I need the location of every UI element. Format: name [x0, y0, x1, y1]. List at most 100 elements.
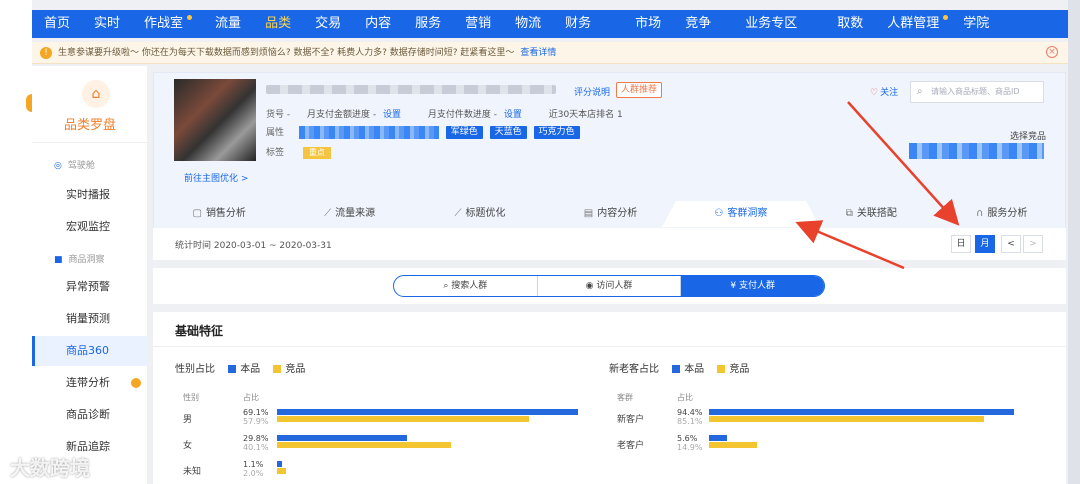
row-label: 未知	[183, 467, 202, 477]
tab-label: 客群洞察	[727, 208, 768, 219]
nav-category[interactable]: 品类	[253, 10, 303, 38]
sidebar-item-product360[interactable]: 商品360	[32, 336, 147, 366]
nav-home[interactable]: 首页	[32, 10, 82, 38]
comp-pct: 57.9%	[243, 417, 269, 426]
attr-tag: 巧克力色	[533, 126, 580, 139]
nav-traffic[interactable]: 流量	[203, 10, 253, 38]
optimize-image-link[interactable]: 前往主图优化 >	[184, 171, 248, 184]
next-button[interactable]: >	[1023, 235, 1043, 253]
tab-label: 流量来源	[335, 208, 376, 219]
group-label: 商品洞察	[68, 255, 105, 265]
own-bar	[277, 409, 578, 415]
segment-visit[interactable]: ◉ 访问人群	[538, 276, 682, 296]
nav-competition[interactable]: 竞争	[673, 10, 723, 38]
sidebar-group-insight[interactable]: ■ 商品洞察	[54, 252, 105, 265]
nav-realtime[interactable]: 实时	[82, 10, 132, 38]
tab-sales[interactable]: ▢ 销售分析	[154, 201, 284, 227]
customer-panel-title: 新老客占比 本品 竞品	[609, 360, 749, 375]
attr-blurred	[298, 126, 439, 139]
store-rank: 近30天本店排名 1	[548, 110, 623, 120]
comp-pct: 2.0%	[243, 469, 264, 478]
attr-label: 属性	[266, 128, 285, 138]
tab-matching[interactable]: ⧉ 关联搭配	[806, 201, 936, 227]
sidebar-item-alert[interactable]: 异常预警	[32, 272, 147, 302]
pct-col-header: 占比	[243, 393, 259, 402]
nav-market[interactable]: 市场	[623, 10, 673, 38]
crowd-recommend-button[interactable]: 人群推荐	[616, 82, 663, 98]
segment-pay[interactable]: ¥ 支付人群	[681, 276, 824, 296]
divider	[153, 346, 1066, 347]
users-icon: ⚇	[714, 208, 724, 219]
comp-bar	[277, 468, 286, 474]
competitor-search-input[interactable]: ⌕ 请输入商品标题、商品ID	[910, 81, 1044, 103]
tab-label: 关联搭配	[856, 208, 897, 219]
date-bar: 统计时间 2020-03-01 ~ 2020-03-31 日 月 < >	[153, 228, 1066, 260]
gender-col-header: 性别	[183, 393, 199, 402]
row-label: 女	[183, 441, 193, 451]
tab-label: 标题优化	[465, 208, 506, 219]
score-link[interactable]: 评分说明	[574, 85, 610, 98]
day-button[interactable]: 日	[951, 235, 971, 253]
nav-crowd-mgmt[interactable]: 人群管理	[875, 10, 951, 38]
sidebar-item-bundle[interactable]: 连带分析	[32, 368, 147, 398]
comp-bar	[709, 416, 984, 422]
section-title: 基础特征	[175, 324, 224, 338]
comp-pct: 40.1%	[243, 443, 269, 452]
product-image[interactable]	[174, 79, 256, 161]
sidebar-item-forecast[interactable]: 销量预测	[32, 304, 147, 334]
close-icon[interactable]: ×	[1046, 46, 1058, 58]
prev-button[interactable]: <	[1001, 235, 1021, 253]
tab-content[interactable]: ▤ 内容分析	[545, 201, 675, 227]
scrollbar-track[interactable]	[1068, 0, 1080, 484]
tab-service[interactable]: ∩ 服务分析	[937, 201, 1067, 227]
month-button[interactable]: 月	[975, 235, 995, 253]
tab-label: 内容分析	[597, 208, 638, 219]
nav-trade[interactable]: 交易	[303, 10, 353, 38]
document-icon: ▤	[583, 208, 594, 219]
row-label: 新客户	[617, 415, 645, 425]
nav-marketing[interactable]: 营销	[453, 10, 503, 38]
tab-customer[interactable]: ⚇ 客群洞察	[661, 201, 821, 227]
row-label: 男	[183, 415, 193, 425]
headset-icon: ∩	[976, 208, 984, 219]
panel-title-text: 新老客占比	[609, 364, 659, 375]
legend-own-swatch	[228, 365, 237, 373]
attr-tag: 军绿色	[445, 126, 483, 139]
pay-count-label: 月支付件数进度 -	[427, 110, 497, 120]
sidebar-item-diagnosis[interactable]: 商品诊断	[32, 400, 147, 430]
customer-col-header: 客群	[617, 393, 633, 402]
nav-business-zone[interactable]: 业务专区	[733, 10, 809, 38]
cube-icon: ■	[54, 255, 63, 265]
nav-content[interactable]: 内容	[353, 10, 403, 38]
nav-academy[interactable]: 学院	[951, 10, 1001, 38]
pct-values: 1.1% 2.0%	[243, 460, 263, 478]
segment-label: 支付人群	[738, 281, 775, 291]
group-label: 驾驶舱	[67, 161, 95, 171]
pct-values: 5.6% 14.9%	[677, 434, 702, 452]
nav-service[interactable]: 服务	[403, 10, 453, 38]
nav-warroom[interactable]: 作战室	[132, 10, 195, 38]
background-window	[0, 0, 38, 484]
notice-link[interactable]: 查看详情	[520, 42, 556, 64]
divider	[32, 142, 147, 143]
crowd-segment: ⌕ 搜索人群 ◉ 访问人群 ¥ 支付人群	[393, 275, 825, 297]
nav-fetch-data[interactable]: 取数	[825, 10, 875, 38]
competitor-select-blurred[interactable]	[909, 143, 1044, 159]
segment-search[interactable]: ⌕ 搜索人群	[394, 276, 538, 296]
nav-logistics[interactable]: 物流	[503, 10, 553, 38]
tab-title[interactable]: ⟋ 标题优化	[415, 201, 545, 227]
nav-finance[interactable]: 财务	[553, 10, 603, 38]
pct-values: 94.4% 85.1%	[677, 408, 702, 426]
comp-bar	[709, 442, 758, 448]
set-pay-count[interactable]: 设置	[504, 110, 522, 120]
sidebar-group-cockpit[interactable]: ◎ 驾驶舱	[54, 158, 95, 171]
nav-label: 作战室	[144, 16, 184, 31]
legend-comp-swatch	[717, 365, 726, 373]
bag-icon: ⌂	[82, 80, 110, 108]
follow-button[interactable]: ♡ 关注	[870, 85, 898, 98]
set-pay-amount[interactable]: 设置	[383, 110, 401, 120]
sidebar-item-macro[interactable]: 宏观监控	[32, 212, 147, 242]
tab-label: 服务分析	[987, 208, 1028, 219]
sidebar-item-realtime[interactable]: 实时播报	[32, 180, 147, 210]
tab-traffic[interactable]: ⟋ 流量来源	[284, 201, 414, 227]
